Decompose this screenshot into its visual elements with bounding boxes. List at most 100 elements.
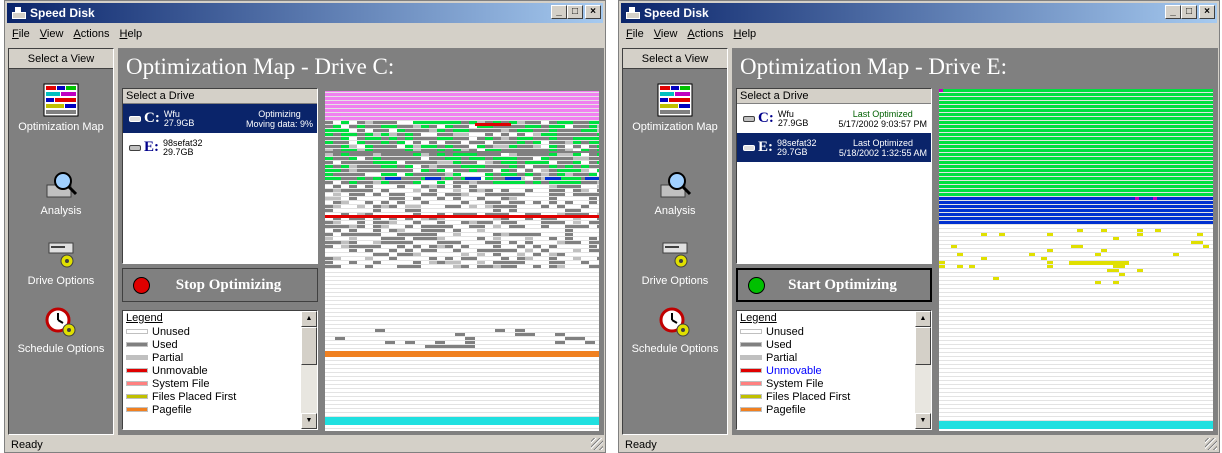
- sidebar-item-drive-options[interactable]: Drive Options: [623, 237, 727, 287]
- map-block: [365, 145, 373, 148]
- menu-file[interactable]: File: [621, 28, 649, 40]
- map-block: [597, 129, 599, 132]
- map-block: [1101, 229, 1107, 232]
- view-sidebar: Select a View Optimization Map Analysis …: [8, 48, 114, 435]
- map-block: [349, 185, 357, 188]
- sidebar-item-schedule-options[interactable]: Schedule Options: [9, 305, 113, 355]
- map-block: [517, 173, 525, 176]
- sidebar-item-optimization-map[interactable]: Optimization Map: [623, 83, 727, 133]
- map-block: [525, 233, 533, 236]
- menu-file[interactable]: File: [7, 28, 35, 40]
- drive-letter: E:: [144, 139, 159, 155]
- map-block: [509, 193, 517, 196]
- map-block: [445, 125, 453, 128]
- maximize-button[interactable]: □: [1181, 5, 1197, 19]
- sidebar-item-analysis[interactable]: Analysis: [623, 167, 727, 217]
- map-block: [597, 165, 599, 168]
- map-block: [373, 225, 381, 228]
- map-block: [589, 197, 597, 200]
- status-bar: Ready: [11, 439, 43, 451]
- map-block: [325, 129, 333, 132]
- map-block: [505, 177, 521, 180]
- map-block: [469, 205, 477, 208]
- legend-scrollbar[interactable]: ▲ ▼: [915, 311, 931, 429]
- map-block: [581, 173, 589, 176]
- map-block: [333, 201, 341, 204]
- drive-status: Last Optimized: [852, 138, 913, 148]
- sidebar-item-drive-options[interactable]: Drive Options: [9, 237, 113, 287]
- map-block: [565, 169, 573, 172]
- start-optimizing-button[interactable]: Start Optimizing: [736, 268, 932, 302]
- map-block: [365, 137, 373, 140]
- menu-actions[interactable]: Actions: [68, 28, 114, 40]
- map-block: [325, 351, 599, 357]
- legend-scrollbar[interactable]: ▲ ▼: [301, 311, 317, 429]
- map-block: [341, 177, 349, 180]
- sidebar-item-schedule-options[interactable]: Schedule Options: [623, 305, 727, 355]
- map-block: [445, 137, 453, 140]
- map-block: [381, 129, 389, 132]
- menu-view[interactable]: View: [35, 28, 69, 40]
- map-block: [389, 145, 397, 148]
- map-block: [397, 229, 405, 232]
- map-block: [581, 133, 589, 136]
- map-block: [373, 165, 381, 168]
- map-block: [421, 229, 429, 232]
- minimize-button[interactable]: _: [551, 5, 567, 19]
- resize-grip[interactable]: [1205, 438, 1217, 450]
- map-block: [405, 145, 413, 148]
- stop-optimizing-button[interactable]: Stop Optimizing: [122, 268, 318, 302]
- map-block: [541, 249, 549, 252]
- drive-item-e[interactable]: E: 98sefat32 29.7GB: [123, 133, 317, 162]
- map-block: [533, 133, 541, 136]
- menu-actions[interactable]: Actions: [682, 28, 728, 40]
- map-block: [365, 141, 373, 144]
- resize-grip[interactable]: [591, 438, 603, 450]
- map-block: [469, 181, 477, 184]
- drive-list-header: Select a Drive: [123, 89, 317, 104]
- drive-item-c[interactable]: C: Wfu 27.9GB Optimizing Moving data: 9%: [123, 104, 317, 133]
- map-block: [475, 123, 511, 126]
- map-block: [525, 141, 533, 144]
- map-block: [509, 241, 517, 244]
- scroll-up-icon[interactable]: ▲: [301, 311, 317, 327]
- map-block: [939, 89, 1213, 92]
- menu-help[interactable]: Help: [115, 28, 148, 40]
- map-block: [349, 121, 357, 124]
- map-block: [589, 153, 597, 156]
- map-block: [525, 133, 533, 136]
- scroll-thumb[interactable]: [915, 327, 931, 365]
- map-block: [333, 205, 341, 208]
- map-block: [349, 161, 357, 164]
- menu-help[interactable]: Help: [729, 28, 762, 40]
- map-block: [565, 141, 573, 144]
- sidebar-item-analysis[interactable]: Analysis: [9, 167, 113, 217]
- drive-item-c[interactable]: C: Wfu 27.9GB Last Optimized 5/17/2002 9:0…: [737, 104, 931, 133]
- map-block: [1113, 237, 1119, 240]
- minimize-button[interactable]: _: [1165, 5, 1181, 19]
- map-block: [397, 233, 405, 236]
- map-block: [557, 253, 565, 256]
- close-button[interactable]: ×: [585, 5, 601, 19]
- map-block: [581, 137, 589, 140]
- map-block: [429, 249, 437, 252]
- scroll-up-icon[interactable]: ▲: [915, 311, 931, 327]
- map-block: [349, 125, 357, 128]
- map-block: [565, 225, 573, 228]
- map-block: [533, 141, 541, 144]
- legend-item: Unmovable: [123, 364, 317, 377]
- map-block: [549, 165, 557, 168]
- maximize-button[interactable]: □: [567, 5, 583, 19]
- menu-view[interactable]: View: [649, 28, 683, 40]
- map-block: [325, 151, 599, 153]
- drive-item-e[interactable]: E: 98sefat32 29.7GB Last Optimized 5/18/20…: [737, 133, 931, 162]
- sidebar-item-optimization-map[interactable]: Optimization Map: [9, 83, 113, 133]
- scroll-down-icon[interactable]: ▼: [915, 413, 931, 429]
- map-block: [573, 165, 581, 168]
- scroll-down-icon[interactable]: ▼: [301, 413, 317, 429]
- scroll-thumb[interactable]: [301, 327, 317, 365]
- map-block: [477, 229, 485, 232]
- map-block: [939, 165, 1213, 168]
- map-block: [469, 161, 477, 164]
- close-button[interactable]: ×: [1199, 5, 1215, 19]
